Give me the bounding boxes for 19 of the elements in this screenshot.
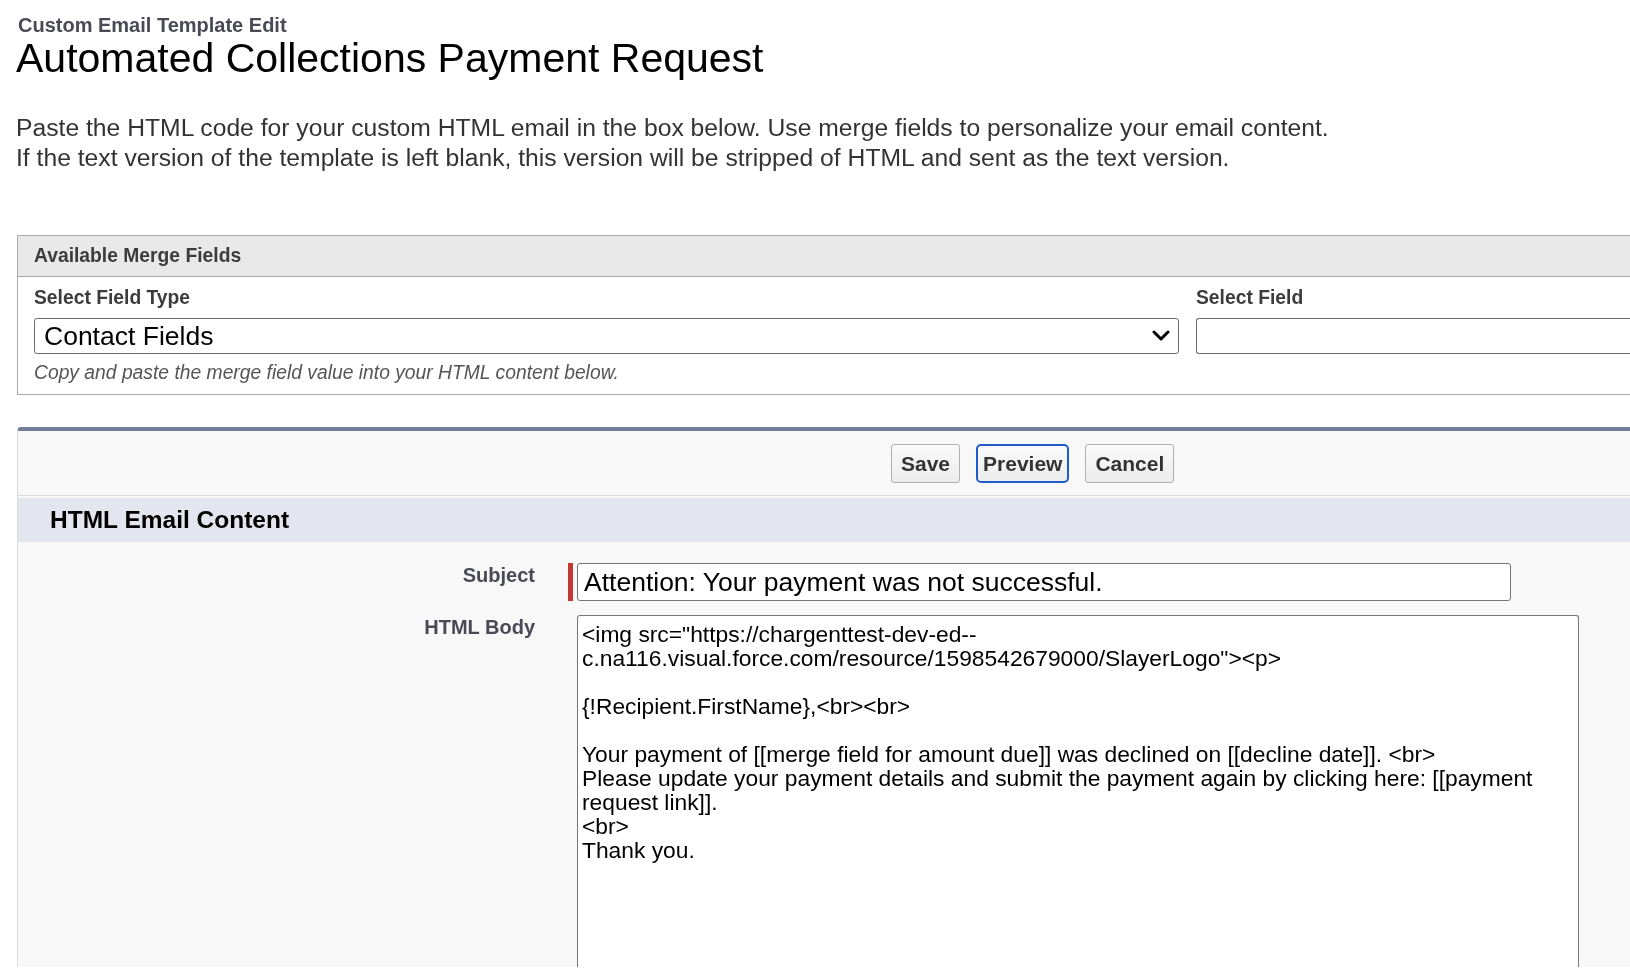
field-type-select[interactable]: Contact Fields — [34, 318, 1179, 354]
action-button[interactable]: Cancel — [1085, 444, 1175, 483]
field-label: HTML Body — [423, 615, 535, 638]
field-label: Select Field Type — [34, 287, 191, 309]
field-label: Subject — [461, 563, 535, 586]
page-title: Automated Collections Payment Request — [16, 36, 764, 80]
select-field-input[interactable] — [1196, 318, 1630, 354]
html-body-field[interactable]: <img src="https://chargenttest-dev-ed--c.na116.visual.force.com/resource/1598542679000/SlayerLogo"><p> {!Recipient.FirstName},<br><br> Your payment of [[merge field for amount due]] was declined on [[decline date]]. <br> Please update your payment details and submit the payment again by clicking here: [[payment request link]]. <br> Thank you. — [577, 615, 1579, 967]
subject-input[interactable]: Attention: Your payment was not successful. — [577, 563, 1511, 601]
hint-text: Copy and paste the merge field value into your HTML content below. — [34, 362, 619, 384]
field-label: Select Field — [1196, 287, 1304, 309]
page-breadcrumb: Custom Email Template Edit — [18, 14, 287, 36]
instruction-text: If the text version of the template is left blank, this version will be stripped of HTML and sent as the text version. — [16, 143, 1230, 173]
chevron-down-icon — [1152, 330, 1170, 342]
action-button[interactable]: Preview — [976, 444, 1070, 483]
action-button[interactable]: Save — [891, 444, 961, 483]
instruction-text: Paste the HTML code for your custom HTML email in the box below. Use merge fields to personalize your email content. — [16, 113, 1329, 143]
section-header: HTML Email Content — [18, 498, 1630, 542]
panel-header: Available Merge Fields — [18, 236, 1630, 277]
